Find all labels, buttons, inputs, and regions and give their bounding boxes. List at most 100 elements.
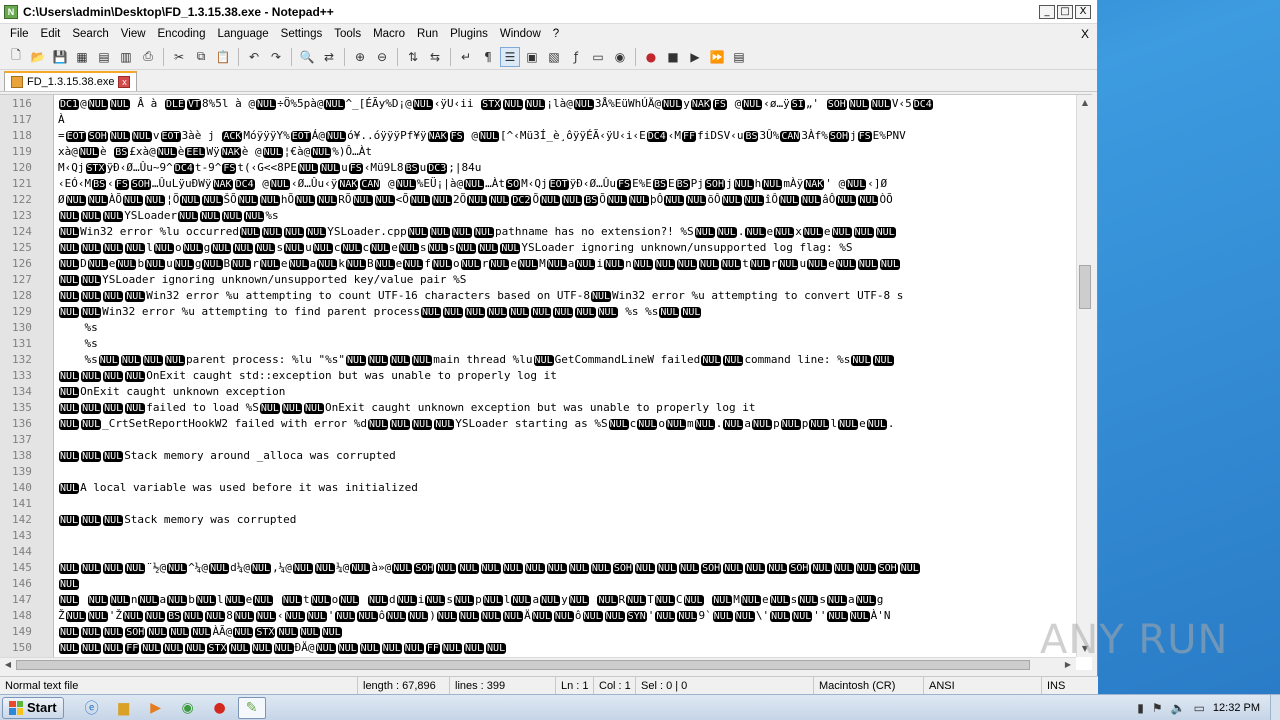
editor-line[interactable]: 148 Ž NUL NUL 'Ž NUL NUL BS NUL NUL 8 NUL NUL ‹ NUL NUL… [0, 607, 1076, 623]
all-chars-icon[interactable]: ¶ [478, 47, 498, 67]
editor-line[interactable]: 132 %s NUL NUL NUL NUL parent process: %lu "%… [0, 351, 1076, 367]
editor-line[interactable]: 139 [0, 463, 1076, 479]
notepadpp-icon[interactable]: ✎ [237, 696, 266, 719]
doc-map-icon[interactable]: ▧ [544, 47, 564, 67]
menu-search[interactable]: Search [66, 28, 114, 40]
editor-line[interactable]: 136 NUL NUL _CrtSetReportHookW2 failed with… [0, 415, 1076, 431]
open-file-icon[interactable]: 📂 [28, 47, 48, 67]
menu-window[interactable]: Window [494, 28, 547, 40]
menu-file[interactable]: File [4, 28, 35, 40]
horizontal-scroll-thumb[interactable] [16, 659, 1030, 670]
close-document-button[interactable]: X [1081, 27, 1089, 41]
editor-line[interactable]: 122 Ø NUL NUL ÀÕ NUL NUL ¦Õ NUL NUL ŠÕ NUL NUL hÕ NUL N… [0, 191, 1076, 207]
tab-document[interactable]: FD_1.3.15.38.exe x [4, 71, 138, 91]
save-all-icon[interactable]: ▦ [72, 47, 92, 67]
horizontal-scrollbar[interactable]: ◀ ▶ [0, 657, 1076, 671]
menu-plugins[interactable]: Plugins [444, 28, 494, 40]
flag-icon[interactable]: ⚑ [1152, 701, 1163, 715]
menu-view[interactable]: View [115, 28, 152, 40]
editor-line[interactable]: 131 %s [0, 335, 1076, 351]
editor-line[interactable]: 117 À [0, 111, 1076, 127]
close-icon[interactable]: ▤ [94, 47, 114, 67]
editor-line[interactable]: 118 = EOT SOH NUL NUL v EOT 3àè j ACK MóÿÿÿY% EOT Á… [0, 127, 1076, 143]
tab-close-icon[interactable]: x [118, 76, 131, 88]
editor-line[interactable]: 119 xà@ NUL è BS £xà@ NUL è EEL Wÿ NAK è @ NUL ¦€à@ N… [0, 143, 1076, 159]
cut-icon[interactable]: ✂ [169, 47, 189, 67]
minimize-button[interactable]: _ [1039, 4, 1055, 19]
indent-guide-icon[interactable]: ☰ [500, 46, 520, 67]
word-wrap-icon[interactable]: ↵ [456, 47, 476, 67]
editor-line[interactable]: 137 [0, 431, 1076, 447]
editor-line[interactable]: 120 M‹Qj STX ÿÐ‹Ø…Ûu~9^ DC4 t-9^ FS t(‹G<<8PE NU… [0, 159, 1076, 175]
paste-icon[interactable]: 📋 [213, 47, 233, 67]
editor-line[interactable]: 121 ‹EÓ‹M BS ‹ FS SOH …ÛuLÿuÐWÿ NAK DC4 @ NUL ‹Ø…Û… [0, 175, 1076, 191]
editor-line[interactable]: 145 NUL NUL NUL NUL ¨½@ NUL ^¼@ NUL d¼@ NUL ,¼@ NUL N… [0, 559, 1076, 575]
close-window-button[interactable]: X [1075, 4, 1091, 19]
menu-language[interactable]: Language [211, 28, 274, 40]
monitor-icon[interactable]: ◉ [610, 47, 630, 67]
menu-settings[interactable]: Settings [275, 28, 329, 40]
editor-line[interactable]: 127 NUL NUL YSLoader ignoring unknown/unsup… [0, 271, 1076, 287]
editor-line[interactable]: 124 NUL Win32 error %lu occurred NUL NUL NUL N… [0, 223, 1076, 239]
play-multiple-icon[interactable]: ⏩ [707, 47, 727, 67]
editor-line[interactable]: 146 NUL [0, 575, 1076, 591]
close-all-icon[interactable]: ▥ [116, 47, 136, 67]
editor-line[interactable]: 128 NUL NUL NUL NUL Win32 error %u attempting… [0, 287, 1076, 303]
zoom-in-icon[interactable]: ⊕ [350, 47, 370, 67]
sync-v-icon[interactable]: ⇅ [403, 47, 423, 67]
maximize-button[interactable]: □ [1057, 4, 1073, 19]
editor-line[interactable]: 135 NUL NUL NUL NUL failed to load %S NUL NUL NU… [0, 399, 1076, 415]
editor-area[interactable]: 116 DC1 @ NUL NUL Â à DLE VT 8%5l à @ NUL ÷Ö%5pà… [0, 94, 1093, 671]
ie-icon[interactable]: ⓔ [78, 697, 106, 719]
start-button[interactable]: Start [2, 696, 64, 719]
editor-line[interactable]: 147 NUL NUL NUL n NUL a NUL b NUL l NUL e NUL NUL t NU… [0, 591, 1076, 607]
editor-line[interactable]: 140 NUL A local variable was used before i… [0, 479, 1076, 495]
play-icon[interactable]: ▶ [685, 47, 705, 67]
save-macro-icon[interactable]: ▤ [729, 47, 749, 67]
record-icon[interactable]: ● [641, 47, 661, 67]
sync-h-icon[interactable]: ⇆ [425, 47, 445, 67]
save-icon[interactable]: 💾 [50, 47, 70, 67]
new-file-icon[interactable]: 🗋 [6, 47, 26, 67]
menu-macro[interactable]: Macro [367, 28, 411, 40]
editor-line[interactable]: 149 NUL NUL NUL SOH NUL NUL NUL ÀÃ@ NUL STX NUL NUL N… [0, 623, 1076, 639]
editor-line[interactable]: 142 NUL NUL NUL Stack memory was corrupted [0, 511, 1076, 527]
print-icon[interactable]: ⎙ [138, 47, 158, 67]
menu-edit[interactable]: Edit [35, 28, 67, 40]
chrome-icon[interactable]: ◉ [174, 697, 202, 719]
opera-icon[interactable]: ● [206, 697, 234, 719]
editor-line[interactable]: 144 [0, 543, 1076, 559]
find-icon[interactable]: 🔍 [297, 47, 317, 67]
editor-line[interactable]: 123 NUL NUL NUL YSLoader NUL NUL NUL NUL %s [0, 207, 1076, 223]
editor-line[interactable]: 116 DC1 @ NUL NUL Â à DLE VT 8%5l à @ NUL ÷Ö%5pà… [0, 95, 1076, 111]
editor-line[interactable]: 130 %s [0, 319, 1076, 335]
redo-icon[interactable]: ↷ [266, 47, 286, 67]
editor-line[interactable]: 141 [0, 495, 1076, 511]
menu-run[interactable]: Run [411, 28, 444, 40]
menu-tools[interactable]: Tools [328, 28, 367, 40]
explorer-icon[interactable]: ▆ [110, 697, 138, 719]
scroll-up-icon[interactable]: ▲ [1077, 95, 1093, 111]
editor-line[interactable]: 126 NUL D NUL e NUL b NUL u NUL g NUL B NUL r NUL e NUL a N… [0, 255, 1076, 271]
show-desktop-button[interactable] [1270, 694, 1280, 720]
editor-line[interactable]: 129 NUL NUL Win32 error %u attempting to fi… [0, 303, 1076, 319]
battery-icon[interactable]: ▭ [1194, 701, 1205, 715]
volume-icon[interactable]: 🔈 [1171, 701, 1186, 715]
text-lines[interactable]: 116 DC1 @ NUL NUL Â à DLE VT 8%5l à @ NUL ÷Ö%5pà… [0, 95, 1076, 657]
network-icon[interactable]: ▮ [1137, 701, 1144, 715]
editor-line[interactable]: 125 NUL NUL NUL NUL l NUL o NUL g NUL NUL NUL s NUL u NU… [0, 239, 1076, 255]
clock[interactable]: 12:32 PM [1213, 702, 1260, 714]
stop-icon[interactable]: ■ [663, 47, 683, 67]
udl-icon[interactable]: ▣ [522, 47, 542, 67]
editor-line[interactable]: 143 [0, 527, 1076, 543]
replace-icon[interactable]: ⇄ [319, 47, 339, 67]
copy-icon[interactable]: ⧉ [191, 47, 211, 67]
zoom-out-icon[interactable]: ⊖ [372, 47, 392, 67]
status-eol[interactable]: Macintosh (CR) [814, 676, 924, 695]
editor-line[interactable]: 134 NUL OnExit caught unknown exception [0, 383, 1076, 399]
function-list-icon[interactable]: ƒ [566, 47, 586, 67]
folder-workspace-icon[interactable]: ▭ [588, 47, 608, 67]
menu-help[interactable]: ? [547, 28, 565, 40]
scroll-left-icon[interactable]: ◀ [0, 658, 16, 672]
undo-icon[interactable]: ↶ [244, 47, 264, 67]
